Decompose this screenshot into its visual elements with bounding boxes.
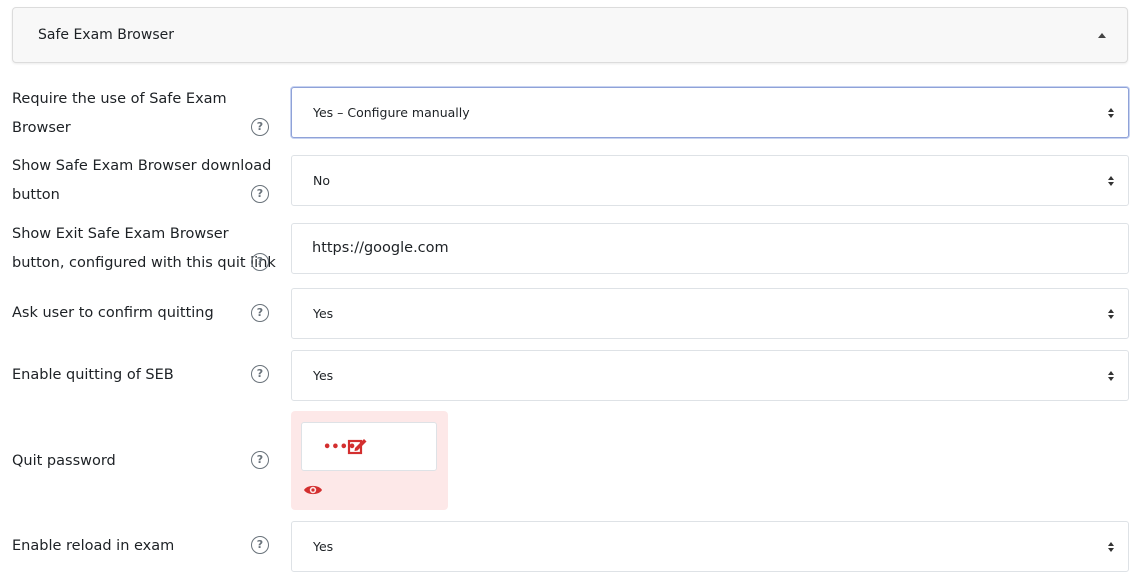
require-seb-select[interactable]: Yes – Configure manually xyxy=(291,87,1129,138)
help-icon[interactable]: ? xyxy=(251,185,269,203)
help-icon[interactable]: ? xyxy=(251,365,269,383)
enable-reload-label: Enable reload in exam xyxy=(12,538,175,554)
caret-up-icon[interactable] xyxy=(1098,33,1106,38)
quit-password-field: •••• xyxy=(291,411,448,510)
show-download-select[interactable]: No xyxy=(291,155,1129,206)
help-icon[interactable]: ? xyxy=(251,304,269,322)
show-exit-label: Show Exit Safe Exam Browser button, conf… xyxy=(12,226,276,271)
help-icon[interactable]: ? xyxy=(251,536,269,554)
select-arrows-icon xyxy=(1108,176,1115,186)
help-icon[interactable]: ? xyxy=(251,451,269,469)
section-header[interactable]: Safe Exam Browser xyxy=(12,7,1128,63)
quit-link-input[interactable]: https://google.com xyxy=(291,223,1129,274)
section-title: Safe Exam Browser xyxy=(38,27,174,43)
show-download-label: Show Safe Exam Browser download button xyxy=(12,158,272,203)
eye-icon[interactable] xyxy=(303,482,323,501)
enable-reload-value: Yes xyxy=(313,539,334,554)
require-seb-value: Yes – Configure manually xyxy=(313,105,470,120)
confirm-quit-select[interactable]: Yes xyxy=(291,288,1129,339)
quit-password-box[interactable]: •••• xyxy=(301,422,437,471)
enable-quit-label: Enable quitting of SEB xyxy=(12,367,174,383)
quit-link-value: https://google.com xyxy=(312,240,449,256)
quit-password-label: Quit password xyxy=(12,453,116,469)
enable-quit-value: Yes xyxy=(313,368,334,383)
select-arrows-icon xyxy=(1108,309,1115,319)
select-arrows-icon xyxy=(1108,542,1115,552)
help-icon[interactable]: ? xyxy=(251,118,269,136)
select-arrows-icon xyxy=(1108,108,1115,118)
edit-icon[interactable] xyxy=(347,436,369,460)
require-seb-label: Require the use of Safe Exam Browser xyxy=(12,91,227,136)
confirm-quit-value: Yes xyxy=(313,306,334,321)
enable-quit-select[interactable]: Yes xyxy=(291,350,1129,401)
select-arrows-icon xyxy=(1108,371,1115,381)
help-icon[interactable]: ? xyxy=(251,253,269,271)
show-download-value: No xyxy=(313,173,330,188)
enable-reload-select[interactable]: Yes xyxy=(291,521,1129,572)
confirm-quit-label: Ask user to confirm quitting xyxy=(12,305,214,321)
